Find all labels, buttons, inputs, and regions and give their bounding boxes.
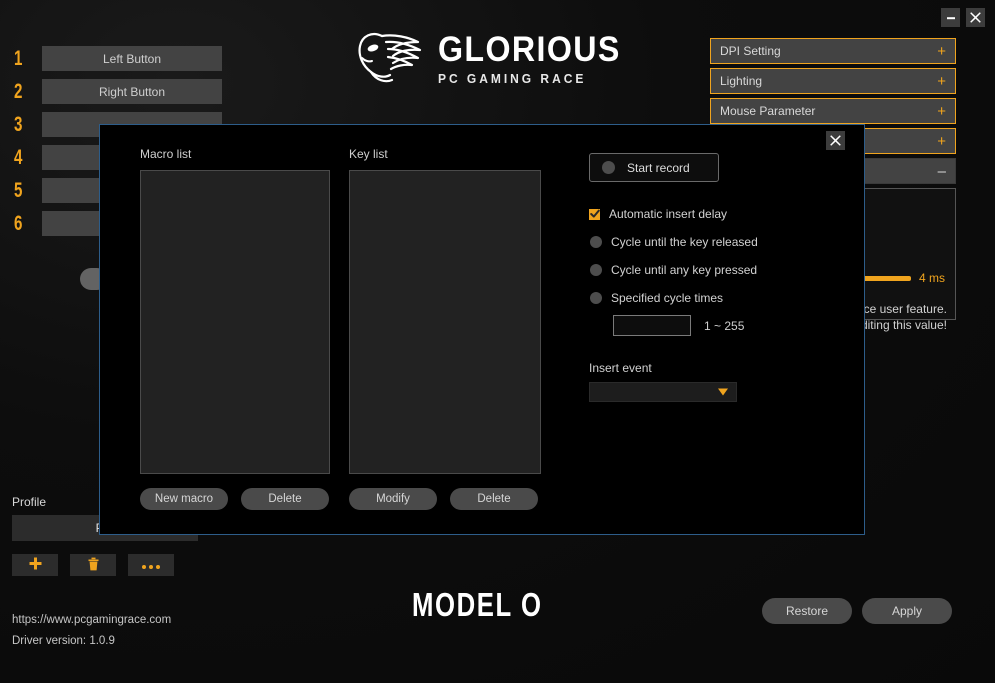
website-link[interactable]: https://www.pcgamingrace.com bbox=[12, 610, 171, 631]
insert-event-select[interactable] bbox=[589, 382, 737, 402]
key-number: 1 bbox=[14, 46, 23, 70]
radio-input[interactable] bbox=[590, 292, 602, 304]
option-label: Cycle until any key pressed bbox=[611, 263, 758, 277]
radio-row[interactable]: Cycle until the key released bbox=[589, 228, 839, 256]
accordion-header[interactable]: DPI Setting + bbox=[710, 38, 956, 64]
record-dot-icon bbox=[602, 161, 615, 174]
delete-profile-button[interactable] bbox=[70, 554, 116, 576]
profile-buttons bbox=[12, 554, 198, 576]
footer-info: https://www.pcgamingrace.com Driver vers… bbox=[12, 610, 171, 652]
accordion-toggle-icon: + bbox=[937, 42, 946, 60]
macro-listbox[interactable] bbox=[140, 170, 330, 474]
close-button[interactable] bbox=[966, 8, 985, 27]
checkbox-input[interactable] bbox=[589, 208, 600, 220]
cycle-times-input[interactable] bbox=[613, 315, 691, 336]
key-number: 3 bbox=[14, 112, 23, 136]
key-assignment-row: 1 Left Button bbox=[14, 42, 222, 75]
key-binding-button[interactable]: Left Button bbox=[42, 46, 222, 71]
insert-event-label: Insert event bbox=[589, 361, 652, 375]
key-list-buttons: Modify Delete bbox=[349, 488, 541, 510]
macro-list-column: Macro list New macro Delete bbox=[140, 147, 330, 510]
checkbox-row[interactable]: Automatic insert delay bbox=[589, 200, 839, 228]
macro-list-buttons: New macro Delete bbox=[140, 488, 330, 510]
cycle-times-row: 1 ~ 255 bbox=[613, 315, 839, 336]
add-profile-button[interactable] bbox=[12, 554, 58, 576]
delete-macro-button[interactable]: Delete bbox=[241, 488, 329, 510]
radio-input[interactable] bbox=[590, 264, 602, 276]
delete-key-button[interactable]: Delete bbox=[450, 488, 538, 510]
key-listbox[interactable] bbox=[349, 170, 541, 474]
macro-dialog: Macro list New macro Delete Key list Mod… bbox=[99, 124, 865, 535]
key-number: 5 bbox=[14, 178, 23, 202]
glorious-lion-logo-icon bbox=[352, 28, 424, 91]
key-binding-button[interactable]: Right Button bbox=[42, 79, 222, 104]
plus-icon bbox=[28, 556, 43, 574]
option-label: Automatic insert delay bbox=[609, 207, 728, 221]
brand-logo: GLORIOUS PC GAMING RACE bbox=[352, 28, 637, 91]
window-controls bbox=[941, 8, 985, 27]
accordion-label: Lighting bbox=[720, 74, 763, 88]
start-record-button[interactable]: Start record bbox=[589, 153, 719, 182]
accordion-header[interactable]: Mouse Parameter + bbox=[710, 98, 956, 124]
key-assignment-row: 2 Right Button bbox=[14, 75, 222, 108]
key-list-title: Key list bbox=[349, 147, 388, 161]
start-record-label: Start record bbox=[627, 160, 690, 175]
key-number: 2 bbox=[14, 79, 23, 103]
accordion-label: Mouse Parameter bbox=[720, 104, 816, 118]
driver-version: Driver version: 1.0.9 bbox=[12, 635, 115, 647]
radio-row[interactable]: Specified cycle times bbox=[589, 284, 839, 312]
slider-value: 4 ms bbox=[918, 271, 945, 285]
option-label: Specified cycle times bbox=[611, 291, 724, 305]
brand-tagline: PC GAMING RACE bbox=[438, 71, 587, 86]
key-number: 6 bbox=[14, 211, 23, 235]
key-list-column: Key list Modify Delete bbox=[349, 147, 541, 510]
restore-button[interactable]: Restore bbox=[762, 598, 852, 624]
minimize-button[interactable] bbox=[941, 8, 960, 27]
app-window: GLORIOUS PC GAMING RACE 1 Left Button 2 Rig… bbox=[0, 0, 995, 683]
dialog-close-button[interactable] bbox=[826, 131, 845, 150]
brand-name: GLORIOUS bbox=[438, 30, 621, 70]
more-options-button[interactable] bbox=[128, 554, 174, 576]
key-number: 4 bbox=[14, 145, 23, 169]
new-macro-button[interactable]: New macro bbox=[140, 488, 228, 510]
accordion-toggle-icon: + bbox=[937, 102, 946, 120]
accordion-header[interactable]: Lighting + bbox=[710, 68, 956, 94]
macro-option-group: Automatic insert delay Cycle until the ke… bbox=[589, 200, 839, 312]
trash-icon bbox=[87, 557, 100, 574]
option-label: Cycle until the key released bbox=[611, 235, 758, 249]
radio-row[interactable]: Cycle until any key pressed bbox=[589, 256, 839, 284]
accordion-label: DPI Setting bbox=[720, 44, 781, 58]
cycle-times-hint: 1 ~ 255 bbox=[704, 318, 745, 333]
modify-key-button[interactable]: Modify bbox=[349, 488, 437, 510]
model-name: MODEL O bbox=[412, 586, 543, 623]
ellipsis-icon bbox=[141, 557, 161, 573]
accordion-toggle-icon: – bbox=[937, 162, 946, 180]
apply-button[interactable]: Apply bbox=[862, 598, 952, 624]
radio-input[interactable] bbox=[590, 236, 602, 248]
bottom-actions: Restore Apply bbox=[762, 598, 952, 624]
macro-list-title: Macro list bbox=[140, 147, 192, 161]
chevron-down-icon bbox=[718, 388, 728, 396]
macro-options-panel: Start record Automatic insert delay Cycle… bbox=[589, 153, 839, 402]
accordion-toggle-icon: + bbox=[937, 132, 946, 150]
accordion-toggle-icon: + bbox=[937, 72, 946, 90]
